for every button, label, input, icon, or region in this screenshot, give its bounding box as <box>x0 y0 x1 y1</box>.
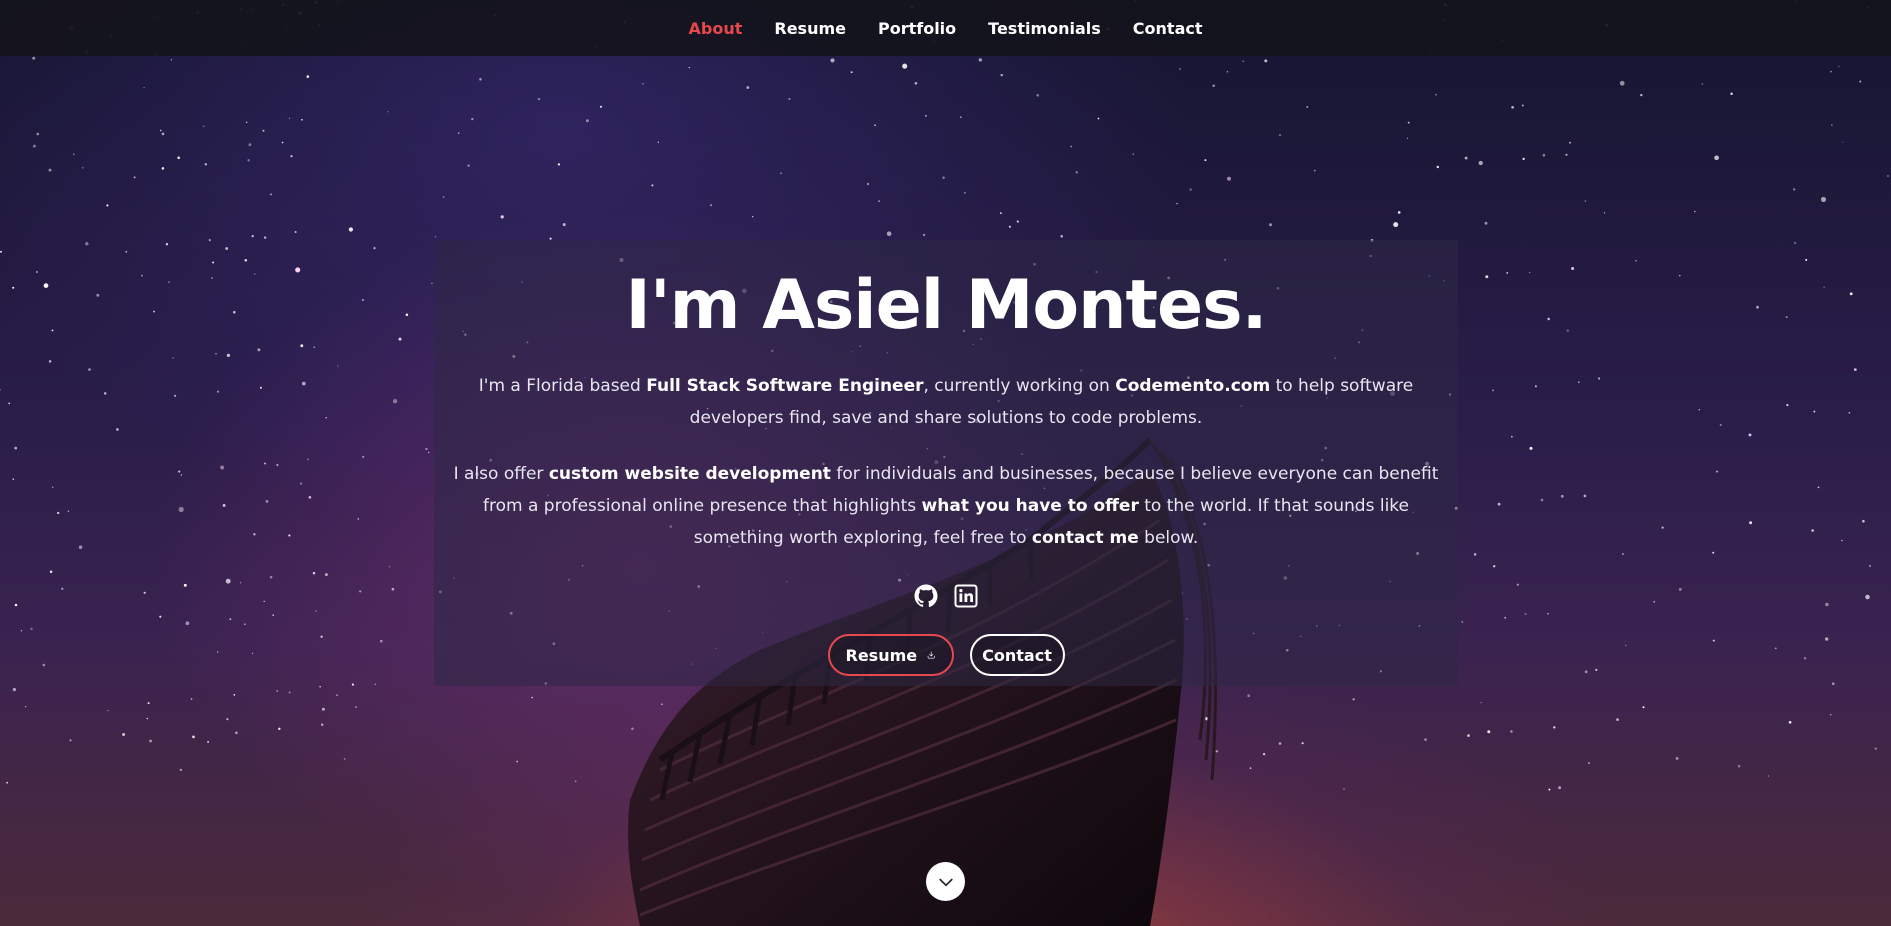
intro-company: Codemento.com <box>1115 376 1271 396</box>
nav-link-contact[interactable]: Contact <box>1133 19 1203 38</box>
contact-button-label: Contact <box>982 645 1052 665</box>
contact-button[interactable]: Contact <box>969 634 1065 676</box>
intro-panel: I'm Asiel Montes. I'm a Florida based Fu… <box>434 240 1458 686</box>
offer-highlight: what you have to offer <box>921 496 1139 516</box>
nav-link-about[interactable]: About <box>689 19 743 38</box>
intro-text-1: I'm a Florida based <box>478 376 647 396</box>
intro-paragraph: I'm a Florida based Full Stack Software … <box>456 370 1436 434</box>
top-navigation: About Resume Portfolio Testimonials Contact <box>0 0 1891 56</box>
nav-link-testimonials[interactable]: Testimonials <box>988 19 1101 38</box>
resume-button[interactable]: Resume <box>827 634 954 676</box>
page-title: I'm Asiel Montes. <box>625 266 1268 345</box>
nav-link-resume[interactable]: Resume <box>774 19 846 38</box>
cta-buttons: Resume Contact <box>434 634 1458 676</box>
resume-button-label: Resume <box>845 645 918 665</box>
download-icon <box>927 651 935 659</box>
intro-role: Full Stack Software Engineer <box>646 376 924 396</box>
hero-section: About Resume Portfolio Testimonials Contact … <box>0 0 1891 926</box>
nav-link-portfolio[interactable]: Portfolio <box>878 19 956 38</box>
offer-paragraph: I also offer custom website development … <box>446 458 1446 554</box>
offer-text-1: I also offer <box>453 464 549 484</box>
linkedin-icon[interactable] <box>954 584 978 608</box>
offer-contact-me: contact me <box>1031 528 1139 548</box>
intro-text-2: , currently working on <box>923 376 1116 396</box>
social-links <box>434 584 1458 612</box>
scroll-down-button[interactable] <box>926 862 965 901</box>
github-link[interactable] <box>914 584 938 612</box>
linkedin-link[interactable] <box>954 584 978 612</box>
offer-service: custom website development <box>548 464 831 484</box>
chevron-down-icon <box>938 878 953 886</box>
github-icon[interactable] <box>914 584 938 608</box>
offer-text-4: below. <box>1138 528 1199 548</box>
